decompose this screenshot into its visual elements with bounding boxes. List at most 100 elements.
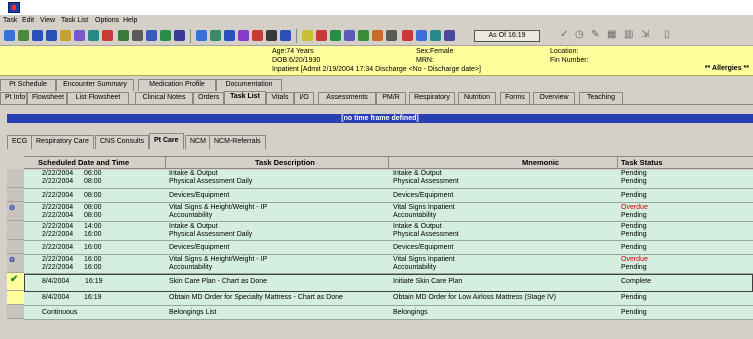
task-row[interactable]: 2/22/2004 08:00 Devices/Equipment Device… bbox=[24, 189, 753, 203]
notes-icon[interactable] bbox=[174, 30, 185, 41]
allergies-flag[interactable]: ** Allergies ** bbox=[705, 65, 749, 72]
menu-view[interactable]: View bbox=[40, 16, 55, 25]
list-icon[interactable] bbox=[146, 30, 157, 41]
gutter-cell[interactable] bbox=[7, 240, 24, 254]
checkmark-icon[interactable]: ✓ bbox=[560, 29, 568, 41]
menu-help[interactable]: Help bbox=[123, 16, 137, 25]
home-icon[interactable] bbox=[372, 30, 383, 41]
gutter-cell[interactable] bbox=[7, 221, 24, 240]
task-row[interactable]: 2/22/2004 16:00 Vital Signs & Height/Wei… bbox=[24, 255, 753, 274]
info-icon[interactable] bbox=[386, 30, 397, 41]
gutter-cell[interactable] bbox=[7, 188, 24, 202]
tab-pt-schedule[interactable]: Pt Schedule bbox=[0, 79, 56, 91]
tab-pt-info[interactable]: Pt Info bbox=[0, 92, 27, 104]
chart-bars-icon[interactable]: ▥ bbox=[624, 29, 633, 41]
tab-task-list[interactable]: Task List bbox=[224, 91, 266, 104]
open-icon[interactable] bbox=[18, 30, 29, 41]
grid-icon[interactable] bbox=[118, 30, 129, 41]
tab-orders[interactable]: Orders bbox=[193, 92, 224, 104]
tab-encounter-summary[interactable]: Encounter Summary bbox=[56, 79, 134, 91]
pen-icon[interactable]: ✎ bbox=[591, 29, 599, 41]
print-icon[interactable] bbox=[266, 30, 277, 41]
task-row[interactable]: 8/4/2004 16:19 Obtain MD Order for Speci… bbox=[24, 292, 753, 306]
task-row[interactable]: 2/22/2004 08:00 Vital Signs & Height/Wei… bbox=[24, 203, 753, 222]
help-icon[interactable] bbox=[302, 30, 313, 41]
tab-respiratory[interactable]: Respiratory bbox=[409, 92, 455, 104]
row-status: Pending bbox=[621, 170, 647, 177]
window-icon[interactable] bbox=[344, 30, 355, 41]
gutter-cell[interactable]: ⚙ bbox=[7, 202, 24, 221]
table-icon[interactable]: ▦ bbox=[607, 29, 616, 41]
subtab-ecg[interactable]: ECG bbox=[7, 135, 33, 149]
refresh-icon[interactable] bbox=[280, 30, 291, 41]
lock-icon[interactable] bbox=[252, 30, 263, 41]
orders-icon[interactable] bbox=[238, 30, 249, 41]
pill-icon[interactable] bbox=[402, 30, 413, 41]
subtab-cns-consults[interactable]: CNS Consults bbox=[95, 135, 149, 149]
task-row[interactable]: 2/22/2004 16:00 Devices/Equipment Device… bbox=[24, 241, 753, 255]
header-scheduled[interactable]: Scheduled Date and Time bbox=[38, 158, 129, 168]
clock-icon[interactable]: ◷ bbox=[575, 29, 584, 41]
people-icon[interactable] bbox=[74, 30, 85, 41]
subtab-ncm-referrals[interactable]: NCM-Referrals bbox=[209, 135, 266, 149]
task-row[interactable]: 2/22/2004 06:00 Intake & Output Intake &… bbox=[24, 170, 753, 189]
menu-options[interactable]: Options bbox=[95, 16, 119, 25]
chart-icon[interactable] bbox=[88, 30, 99, 41]
tab-pmr[interactable]: PM/R bbox=[376, 92, 406, 104]
folder-icon[interactable] bbox=[416, 30, 427, 41]
book-icon[interactable]: ▯ bbox=[664, 29, 670, 41]
subtab-pt-care[interactable]: Pt Care bbox=[149, 133, 184, 149]
gutter-cell[interactable] bbox=[7, 291, 24, 305]
row-mnemonic: Devices/Equipment bbox=[393, 192, 454, 199]
gutter-cell[interactable]: ✔ bbox=[7, 273, 24, 291]
flag-icon[interactable] bbox=[358, 30, 369, 41]
star-icon[interactable] bbox=[60, 30, 71, 41]
schedule-icon[interactable] bbox=[224, 30, 235, 41]
task-row-selected[interactable]: 8/4/2004 16:19 Skin Care Plan - Chart as… bbox=[24, 274, 753, 292]
tab-io[interactable]: I/O bbox=[294, 92, 314, 104]
stop-icon[interactable] bbox=[316, 30, 327, 41]
new-task-icon[interactable] bbox=[4, 30, 15, 41]
tab-list-flowsheet[interactable]: List Flowsheet bbox=[67, 92, 129, 104]
menu-task[interactable]: Task bbox=[3, 16, 17, 25]
row-time: 14:00 bbox=[84, 223, 102, 230]
row-mnemonic: Initiate Skin Care Plan bbox=[393, 278, 463, 285]
tasks-icon[interactable] bbox=[210, 30, 221, 41]
tab-flowsheet[interactable]: Flowsheet bbox=[27, 92, 67, 104]
phone-icon[interactable] bbox=[430, 30, 441, 41]
calc-icon[interactable] bbox=[132, 30, 143, 41]
tab-overview[interactable]: Overview bbox=[533, 92, 575, 104]
header-task-description[interactable]: Task Description bbox=[255, 158, 315, 168]
tab-teaching[interactable]: Teaching bbox=[579, 92, 623, 104]
go-icon[interactable] bbox=[330, 30, 341, 41]
gutter-cell[interactable] bbox=[7, 169, 24, 188]
header-mnemonic[interactable]: Mnemonic bbox=[522, 158, 559, 168]
monitor-icon[interactable] bbox=[444, 30, 455, 41]
tab-clinical-notes[interactable]: Clinical Notes bbox=[135, 92, 193, 104]
time-frame-band[interactable]: [no time frame defined] bbox=[7, 114, 753, 123]
tab-assessments[interactable]: Assessments bbox=[318, 92, 376, 104]
tab-vitals[interactable]: Vitals bbox=[266, 92, 294, 104]
tab-nutrition[interactable]: Nutrition bbox=[458, 92, 496, 104]
gutter-cell[interactable]: ⚙ bbox=[7, 254, 24, 273]
flowsheet-icon[interactable] bbox=[160, 30, 171, 41]
back-icon[interactable] bbox=[32, 30, 43, 41]
gutter-cell[interactable] bbox=[7, 305, 24, 319]
alert-icon[interactable] bbox=[102, 30, 113, 41]
menu-edit[interactable]: Edit bbox=[22, 16, 34, 25]
as-of-time-field[interactable]: As Of 16:19 bbox=[474, 30, 540, 42]
row-time: 16:00 bbox=[84, 256, 102, 263]
tab-medication-profile[interactable]: Medication Profile bbox=[138, 79, 216, 91]
tab-forms[interactable]: Forms bbox=[500, 92, 530, 104]
task-row[interactable]: 2/22/2004 14:00 Intake & Output Intake &… bbox=[24, 222, 753, 241]
arrow-icon[interactable]: ⇲ bbox=[641, 29, 649, 41]
subtab-respiratory-care[interactable]: Respiratory Care bbox=[31, 135, 94, 149]
header-task-status[interactable]: Task Status bbox=[621, 158, 663, 168]
task-row[interactable]: Continuous Belongings List Belongings Pe… bbox=[24, 306, 753, 320]
menu-task-list[interactable]: Task List bbox=[61, 16, 88, 25]
subtab-ncm[interactable]: NCM bbox=[185, 135, 211, 149]
forward-icon[interactable] bbox=[46, 30, 57, 41]
patient-location: Location: bbox=[550, 48, 579, 55]
tab-documentation[interactable]: Documentation bbox=[216, 79, 282, 91]
document-icon[interactable] bbox=[196, 30, 207, 41]
